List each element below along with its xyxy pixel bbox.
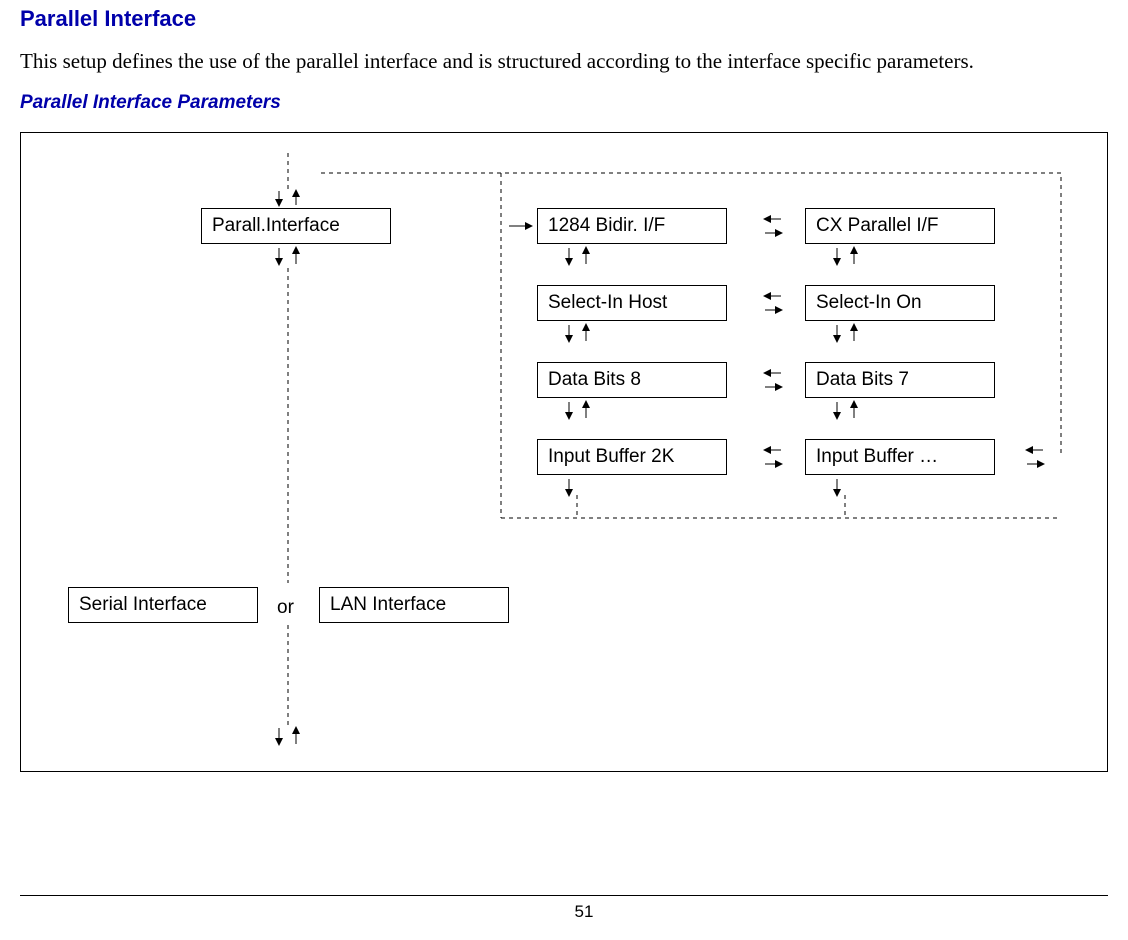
section-subtitle: Parallel Interface Parameters xyxy=(20,92,1108,114)
page-divider xyxy=(20,895,1108,896)
box-data-bits-7: Data Bits 7 xyxy=(805,362,995,398)
box-1284-bidir: 1284 Bidir. I/F xyxy=(537,208,727,244)
label-or: or xyxy=(273,595,298,621)
box-select-in-host: Select-In Host xyxy=(537,285,727,321)
box-lan-interface: LAN Interface xyxy=(319,587,509,623)
diagram-container: Parall.Interface 1284 Bidir. I/F CX Para… xyxy=(20,132,1108,772)
box-select-in-on: Select-In On xyxy=(805,285,995,321)
box-parall-interface: Parall.Interface xyxy=(201,208,391,244)
box-input-buffer-more: Input Buffer … xyxy=(805,439,995,475)
box-input-buffer-2k: Input Buffer 2K xyxy=(537,439,727,475)
box-serial-interface: Serial Interface xyxy=(68,587,258,623)
box-cx-parallel: CX Parallel I/F xyxy=(805,208,995,244)
body-text: This setup defines the use of the parall… xyxy=(20,46,1108,76)
box-data-bits-8: Data Bits 8 xyxy=(537,362,727,398)
page-title: Parallel Interface xyxy=(20,6,1108,32)
page-number: 51 xyxy=(20,902,1128,922)
